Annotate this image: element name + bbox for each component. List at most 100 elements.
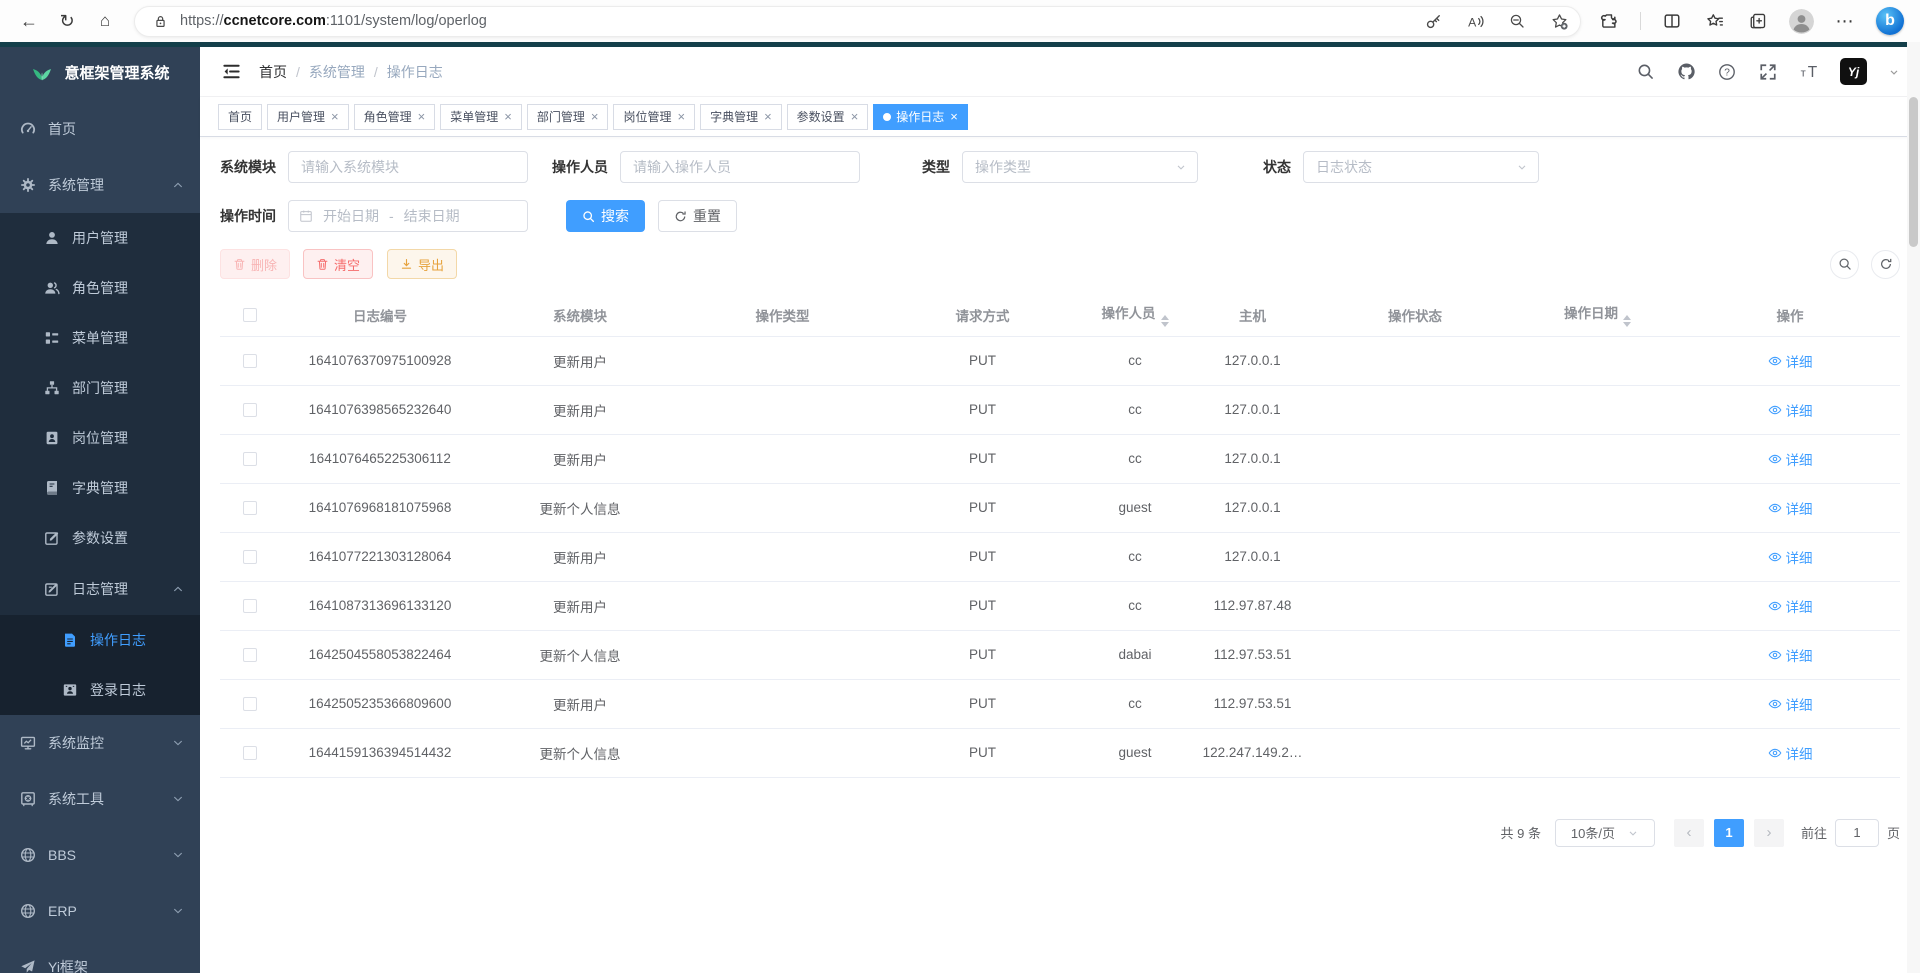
close-tab-icon[interactable]: × <box>677 110 685 123</box>
row-checkbox[interactable] <box>243 354 257 368</box>
breadcrumb-home[interactable]: 首页 <box>259 62 287 82</box>
extensions-icon[interactable] <box>1597 9 1621 33</box>
sidebar-item-operation-log[interactable]: 操作日志 <box>0 615 200 665</box>
detail-link[interactable]: 详细 <box>1768 645 1813 665</box>
detail-link[interactable]: 详细 <box>1768 498 1813 518</box>
more-icon[interactable]: ⋯ <box>1833 9 1857 33</box>
avatar-caret-down-icon[interactable] <box>1888 66 1900 78</box>
detail-link[interactable]: 详细 <box>1768 547 1813 567</box>
tab-首页[interactable]: 首页 <box>218 104 262 130</box>
sidebar-item-param-settings[interactable]: 参数设置 <box>0 513 200 563</box>
favorites-icon[interactable] <box>1703 9 1727 33</box>
row-checkbox[interactable] <box>243 599 257 613</box>
close-tab-icon[interactable]: × <box>851 110 859 123</box>
type-select[interactable]: 操作类型 <box>962 151 1198 183</box>
page-size-select[interactable]: 10条/页 <box>1555 819 1655 847</box>
tab-操作日志[interactable]: 操作日志× <box>873 104 968 130</box>
collections-icon[interactable] <box>1746 9 1770 33</box>
row-checkbox[interactable] <box>243 697 257 711</box>
detail-link[interactable]: 详细 <box>1768 449 1813 469</box>
sidebar-item-post-management[interactable]: 岗位管理 <box>0 413 200 463</box>
sidebar-item-system-monitor[interactable]: 系统监控 <box>0 715 200 771</box>
sort-caret-icon[interactable] <box>1161 315 1169 327</box>
close-tab-icon[interactable]: × <box>764 110 772 123</box>
bing-chat-icon[interactable]: b <box>1876 7 1904 35</box>
home-icon[interactable]: ⌂ <box>88 5 122 37</box>
refresh-icon[interactable]: ↻ <box>50 5 84 37</box>
tab-岗位管理[interactable]: 岗位管理× <box>613 104 695 130</box>
row-checkbox[interactable] <box>243 501 257 515</box>
reset-button[interactable]: 重置 <box>658 200 737 232</box>
show-search-button[interactable] <box>1830 250 1859 279</box>
goto-page-input[interactable] <box>1835 819 1879 847</box>
prev-page-button[interactable]: ‹ <box>1674 819 1704 847</box>
sidebar-collapse-icon[interactable] <box>220 62 242 82</box>
sidebar-item-dept-management[interactable]: 部门管理 <box>0 363 200 413</box>
close-tab-icon[interactable]: × <box>950 110 958 123</box>
help-icon[interactable]: ? <box>1717 62 1737 82</box>
detail-link[interactable]: 详细 <box>1768 743 1813 763</box>
export-button[interactable]: 导出 <box>387 249 457 279</box>
next-page-button[interactable]: › <box>1754 819 1784 847</box>
split-screen-icon[interactable] <box>1660 9 1684 33</box>
sidebar-item-menu-management[interactable]: 菜单管理 <box>0 313 200 363</box>
tab-字典管理[interactable]: 字典管理× <box>700 104 782 130</box>
detail-link[interactable]: 详细 <box>1768 596 1813 616</box>
tab-用户管理[interactable]: 用户管理× <box>267 104 349 130</box>
detail-link[interactable]: 详细 <box>1768 351 1813 371</box>
sidebar-item-system-tools[interactable]: 系统工具 <box>0 771 200 827</box>
sidebar-item-system-management[interactable]: 系统管理 <box>0 157 200 213</box>
read-aloud-icon[interactable]: A <box>1464 10 1486 32</box>
sidebar-item-log-management[interactable]: 日志管理 <box>0 563 200 615</box>
sidebar-item-erp[interactable]: ERP <box>0 883 200 939</box>
close-tab-icon[interactable]: × <box>504 110 512 123</box>
detail-link[interactable]: 详细 <box>1768 694 1813 714</box>
browser-profile-avatar[interactable] <box>1789 9 1814 34</box>
close-tab-icon[interactable]: × <box>591 110 599 123</box>
row-checkbox[interactable] <box>243 452 257 466</box>
close-tab-icon[interactable]: × <box>418 110 426 123</box>
sort-caret-icon[interactable] <box>1623 315 1631 327</box>
scrollbar-thumb[interactable] <box>1909 97 1918 247</box>
select-all-checkbox[interactable] <box>243 308 257 322</box>
sidebar-item-bbs[interactable]: BBS <box>0 827 200 883</box>
back-icon[interactable]: ← <box>12 5 46 37</box>
header-search-icon[interactable] <box>1635 62 1655 82</box>
password-key-icon[interactable] <box>1422 10 1444 32</box>
browser-scrollbar[interactable] <box>1907 42 1920 973</box>
lock-icon[interactable] <box>149 10 171 32</box>
zoom-out-icon[interactable] <box>1506 10 1528 32</box>
fullscreen-icon[interactable] <box>1758 62 1778 82</box>
clear-button[interactable]: 清空 <box>303 249 373 279</box>
detail-link[interactable]: 详细 <box>1768 400 1813 420</box>
sidebar-item-user-management[interactable]: 用户管理 <box>0 213 200 263</box>
tab-参数设置[interactable]: 参数设置× <box>787 104 869 130</box>
row-checkbox[interactable] <box>243 550 257 564</box>
refresh-table-button[interactable] <box>1871 250 1900 279</box>
row-checkbox[interactable] <box>243 746 257 760</box>
user-avatar[interactable]: Yj <box>1840 58 1867 85</box>
sidebar-item-role-management[interactable]: 角色管理 <box>0 263 200 313</box>
delete-button[interactable]: 删除 <box>220 249 290 279</box>
add-favorite-icon[interactable] <box>1548 10 1570 32</box>
github-icon[interactable] <box>1676 62 1696 82</box>
page-1-button[interactable]: 1 <box>1714 819 1744 847</box>
tab-部门管理[interactable]: 部门管理× <box>527 104 609 130</box>
row-checkbox[interactable] <box>243 648 257 662</box>
status-select[interactable]: 日志状态 <box>1303 151 1539 183</box>
date-range-picker[interactable]: 开始日期 - 结束日期 <box>288 200 528 232</box>
search-button[interactable]: 搜索 <box>566 200 645 232</box>
sidebar-item-home[interactable]: 首页 <box>0 101 200 157</box>
module-input[interactable] <box>288 151 528 183</box>
address-bar[interactable]: https://ccnetcore.com:1101/system/log/op… <box>134 6 1581 37</box>
close-tab-icon[interactable]: × <box>331 110 339 123</box>
row-checkbox[interactable] <box>243 403 257 417</box>
globe-icon <box>20 903 36 919</box>
operator-input[interactable] <box>620 151 860 183</box>
tab-角色管理[interactable]: 角色管理× <box>354 104 436 130</box>
sidebar-item-yi-framework[interactable]: Yi框架 <box>0 939 200 973</box>
sidebar-item-dict-management[interactable]: 字典管理 <box>0 463 200 513</box>
tab-菜单管理[interactable]: 菜单管理× <box>440 104 522 130</box>
sidebar-item-login-log[interactable]: 登录日志 <box>0 665 200 715</box>
font-size-icon[interactable]: тT <box>1799 62 1819 82</box>
